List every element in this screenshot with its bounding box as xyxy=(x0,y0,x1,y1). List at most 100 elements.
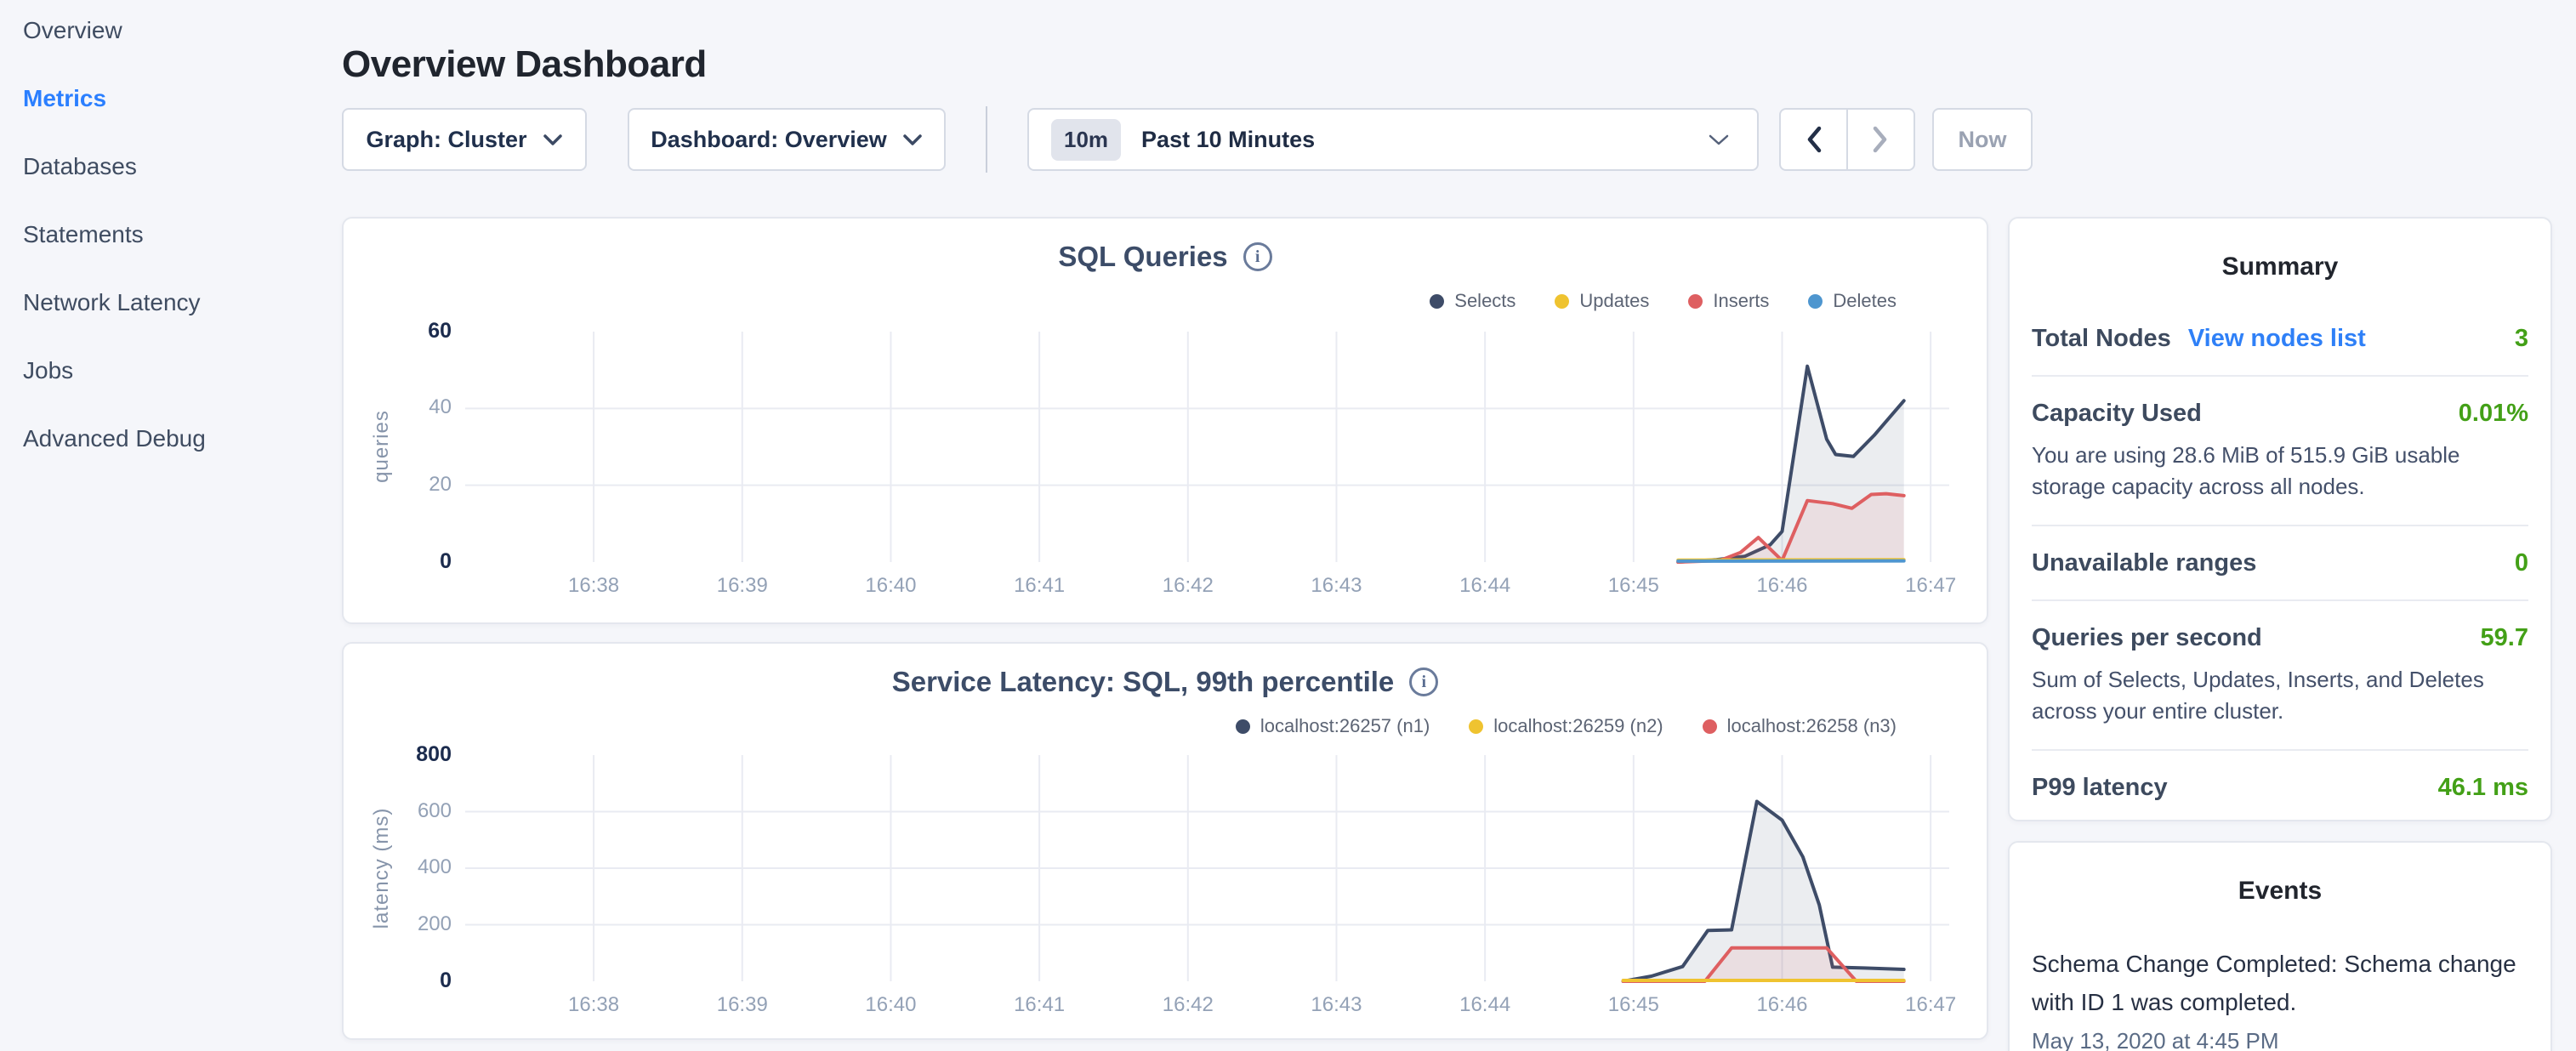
x-tick-label: 16:38 xyxy=(551,574,636,598)
sidebar-item-network-latency[interactable]: Network Latency xyxy=(23,289,201,316)
graph-scope-dropdown[interactable]: Graph: Cluster xyxy=(342,108,587,171)
x-tick-label: 16:39 xyxy=(700,574,785,598)
y-tick-label: 0 xyxy=(358,969,452,993)
chart-plot-area[interactable]: 16:3816:3916:4016:4116:4216:4316:4416:45… xyxy=(465,332,1949,562)
summary-row-value: 3 xyxy=(2515,325,2528,353)
x-tick-label: 16:43 xyxy=(1294,574,1379,598)
x-tick-label: 16:45 xyxy=(1591,993,1676,1017)
dashboard-dropdown[interactable]: Dashboard: Overview xyxy=(628,108,946,171)
legend-label: localhost:26259 (n2) xyxy=(1493,715,1663,737)
summary-row-label: Queries per second xyxy=(2032,624,2262,652)
summary-row-label: P99 latency xyxy=(2032,774,2168,802)
sidebar-item-overview[interactable]: Overview xyxy=(23,17,122,44)
sidebar-item-jobs[interactable]: Jobs xyxy=(23,357,73,384)
view-nodes-list-link[interactable]: View nodes list xyxy=(2188,325,2366,353)
summary-row-value: 0.01% xyxy=(2459,400,2528,428)
y-tick-label: 400 xyxy=(358,855,452,879)
sidebar-item-statements[interactable]: Statements xyxy=(23,221,144,248)
page-title: Overview Dashboard xyxy=(342,43,707,86)
legend-label: Updates xyxy=(1579,290,1649,312)
chart-title-row: Service Latency: SQL, 99th percentile i xyxy=(344,666,1987,698)
legend-label: Inserts xyxy=(1713,290,1769,312)
chart-legend: Selects Updates Inserts Deletes xyxy=(1430,290,1896,312)
y-tick-label: 20 xyxy=(358,473,452,497)
y-tick-label: 0 xyxy=(358,549,452,574)
chevron-down-icon xyxy=(543,134,563,146)
x-tick-label: 16:41 xyxy=(997,574,1082,598)
time-forward-button[interactable] xyxy=(1848,110,1914,169)
y-tick-label: 40 xyxy=(358,395,452,419)
event-timestamp: May 13, 2020 at 4:45 PM xyxy=(2032,1028,2528,1051)
time-nav-group xyxy=(1779,108,1915,171)
dashboard-dropdown-label: Dashboard: Overview xyxy=(651,127,887,153)
x-tick-label: 16:46 xyxy=(1739,574,1824,598)
y-tick-label: 800 xyxy=(358,742,452,767)
summary-row-capacity-used: Capacity Used 0.01% You are using 28.6 M… xyxy=(2032,377,2528,526)
graph-scope-dropdown-label: Graph: Cluster xyxy=(366,127,526,153)
legend-item[interactable]: Deletes xyxy=(1808,290,1896,312)
now-button[interactable]: Now xyxy=(1932,108,2033,171)
chevron-down-icon xyxy=(1708,134,1730,146)
summary-row-unavailable-ranges: Unavailable ranges 0 xyxy=(2032,526,2528,601)
summary-row-value: 46.1 ms xyxy=(2438,774,2528,802)
event-item[interactable]: Schema Change Completed: Schema change w… xyxy=(2032,945,2528,1021)
now-button-label: Now xyxy=(1959,127,2007,153)
sidebar-item-advanced-debug[interactable]: Advanced Debug xyxy=(23,425,206,452)
x-tick-label: 16:47 xyxy=(1888,993,1973,1017)
x-tick-label: 16:42 xyxy=(1146,574,1231,598)
info-icon[interactable]: i xyxy=(1243,242,1272,271)
legend-item[interactable]: localhost:26257 (n1) xyxy=(1236,715,1430,737)
x-tick-label: 16:46 xyxy=(1739,993,1824,1017)
x-tick-label: 16:44 xyxy=(1442,574,1527,598)
legend-item[interactable]: Updates xyxy=(1555,290,1649,312)
chevron-down-icon xyxy=(902,134,923,146)
legend-dot-icon xyxy=(1555,294,1569,309)
legend-label: localhost:26257 (n1) xyxy=(1260,715,1430,737)
sidebar-item-metrics[interactable]: Metrics xyxy=(23,85,106,112)
summary-row-label: Capacity Used xyxy=(2032,400,2202,428)
x-tick-label: 16:43 xyxy=(1294,993,1379,1017)
time-range-dropdown[interactable]: 10m Past 10 Minutes xyxy=(1027,108,1759,171)
chart-plot-area[interactable]: 16:3816:3916:4016:4116:4216:4316:4416:45… xyxy=(465,755,1949,981)
legend-label: localhost:26258 (n3) xyxy=(1727,715,1896,737)
legend-label: Selects xyxy=(1454,290,1515,312)
summary-row-description: You are using 28.6 MiB of 515.9 GiB usab… xyxy=(2032,440,2528,503)
toolbar-divider xyxy=(986,106,987,173)
legend-dot-icon xyxy=(1808,294,1823,309)
summary-row-description: Sum of Selects, Updates, Inserts, and De… xyxy=(2032,664,2528,727)
summary-row-value: 59.7 xyxy=(2481,624,2528,652)
x-tick-label: 16:45 xyxy=(1591,574,1676,598)
service-latency-chart-card: Service Latency: SQL, 99th percentile i … xyxy=(342,642,1988,1040)
chevron-right-icon xyxy=(1872,126,1889,153)
summary-row-queries-per-second: Queries per second 59.7 Sum of Selects, … xyxy=(2032,601,2528,751)
x-tick-label: 16:41 xyxy=(997,993,1082,1017)
y-tick-label: 600 xyxy=(358,799,452,823)
legend-item[interactable]: Inserts xyxy=(1688,290,1769,312)
legend-dot-icon xyxy=(1469,719,1483,734)
chart-title: Service Latency: SQL, 99th percentile xyxy=(892,666,1395,698)
summary-row-label: Unavailable ranges xyxy=(2032,549,2256,577)
events-title: Events xyxy=(2032,877,2528,906)
x-tick-label: 16:39 xyxy=(700,993,785,1017)
time-back-button[interactable] xyxy=(1781,110,1846,169)
events-panel: Events Schema Change Completed: Schema c… xyxy=(2008,841,2552,1051)
app-root: Overview Metrics Databases Statements Ne… xyxy=(0,0,2576,1051)
x-tick-label: 16:47 xyxy=(1888,574,1973,598)
x-tick-label: 16:42 xyxy=(1146,993,1231,1017)
info-icon[interactable]: i xyxy=(1409,668,1438,696)
legend-item[interactable]: localhost:26259 (n2) xyxy=(1469,715,1663,737)
summary-panel: Summary Total Nodes View nodes list 3 Ca… xyxy=(2008,217,2552,821)
summary-row-total-nodes: Total Nodes View nodes list 3 xyxy=(2032,302,2528,377)
summary-row-label: Total Nodes xyxy=(2032,325,2171,353)
legend-dot-icon xyxy=(1688,294,1703,309)
x-tick-label: 16:44 xyxy=(1442,993,1527,1017)
legend-dot-icon xyxy=(1703,719,1717,734)
summary-row-value: 0 xyxy=(2515,549,2528,577)
legend-item[interactable]: Selects xyxy=(1430,290,1515,312)
chart-legend: localhost:26257 (n1) localhost:26259 (n2)… xyxy=(1236,715,1896,737)
legend-item[interactable]: localhost:26258 (n3) xyxy=(1703,715,1896,737)
chart-title: SQL Queries xyxy=(1058,241,1227,273)
x-tick-label: 16:40 xyxy=(848,993,933,1017)
x-tick-label: 16:40 xyxy=(848,574,933,598)
sidebar-item-databases[interactable]: Databases xyxy=(23,153,137,180)
